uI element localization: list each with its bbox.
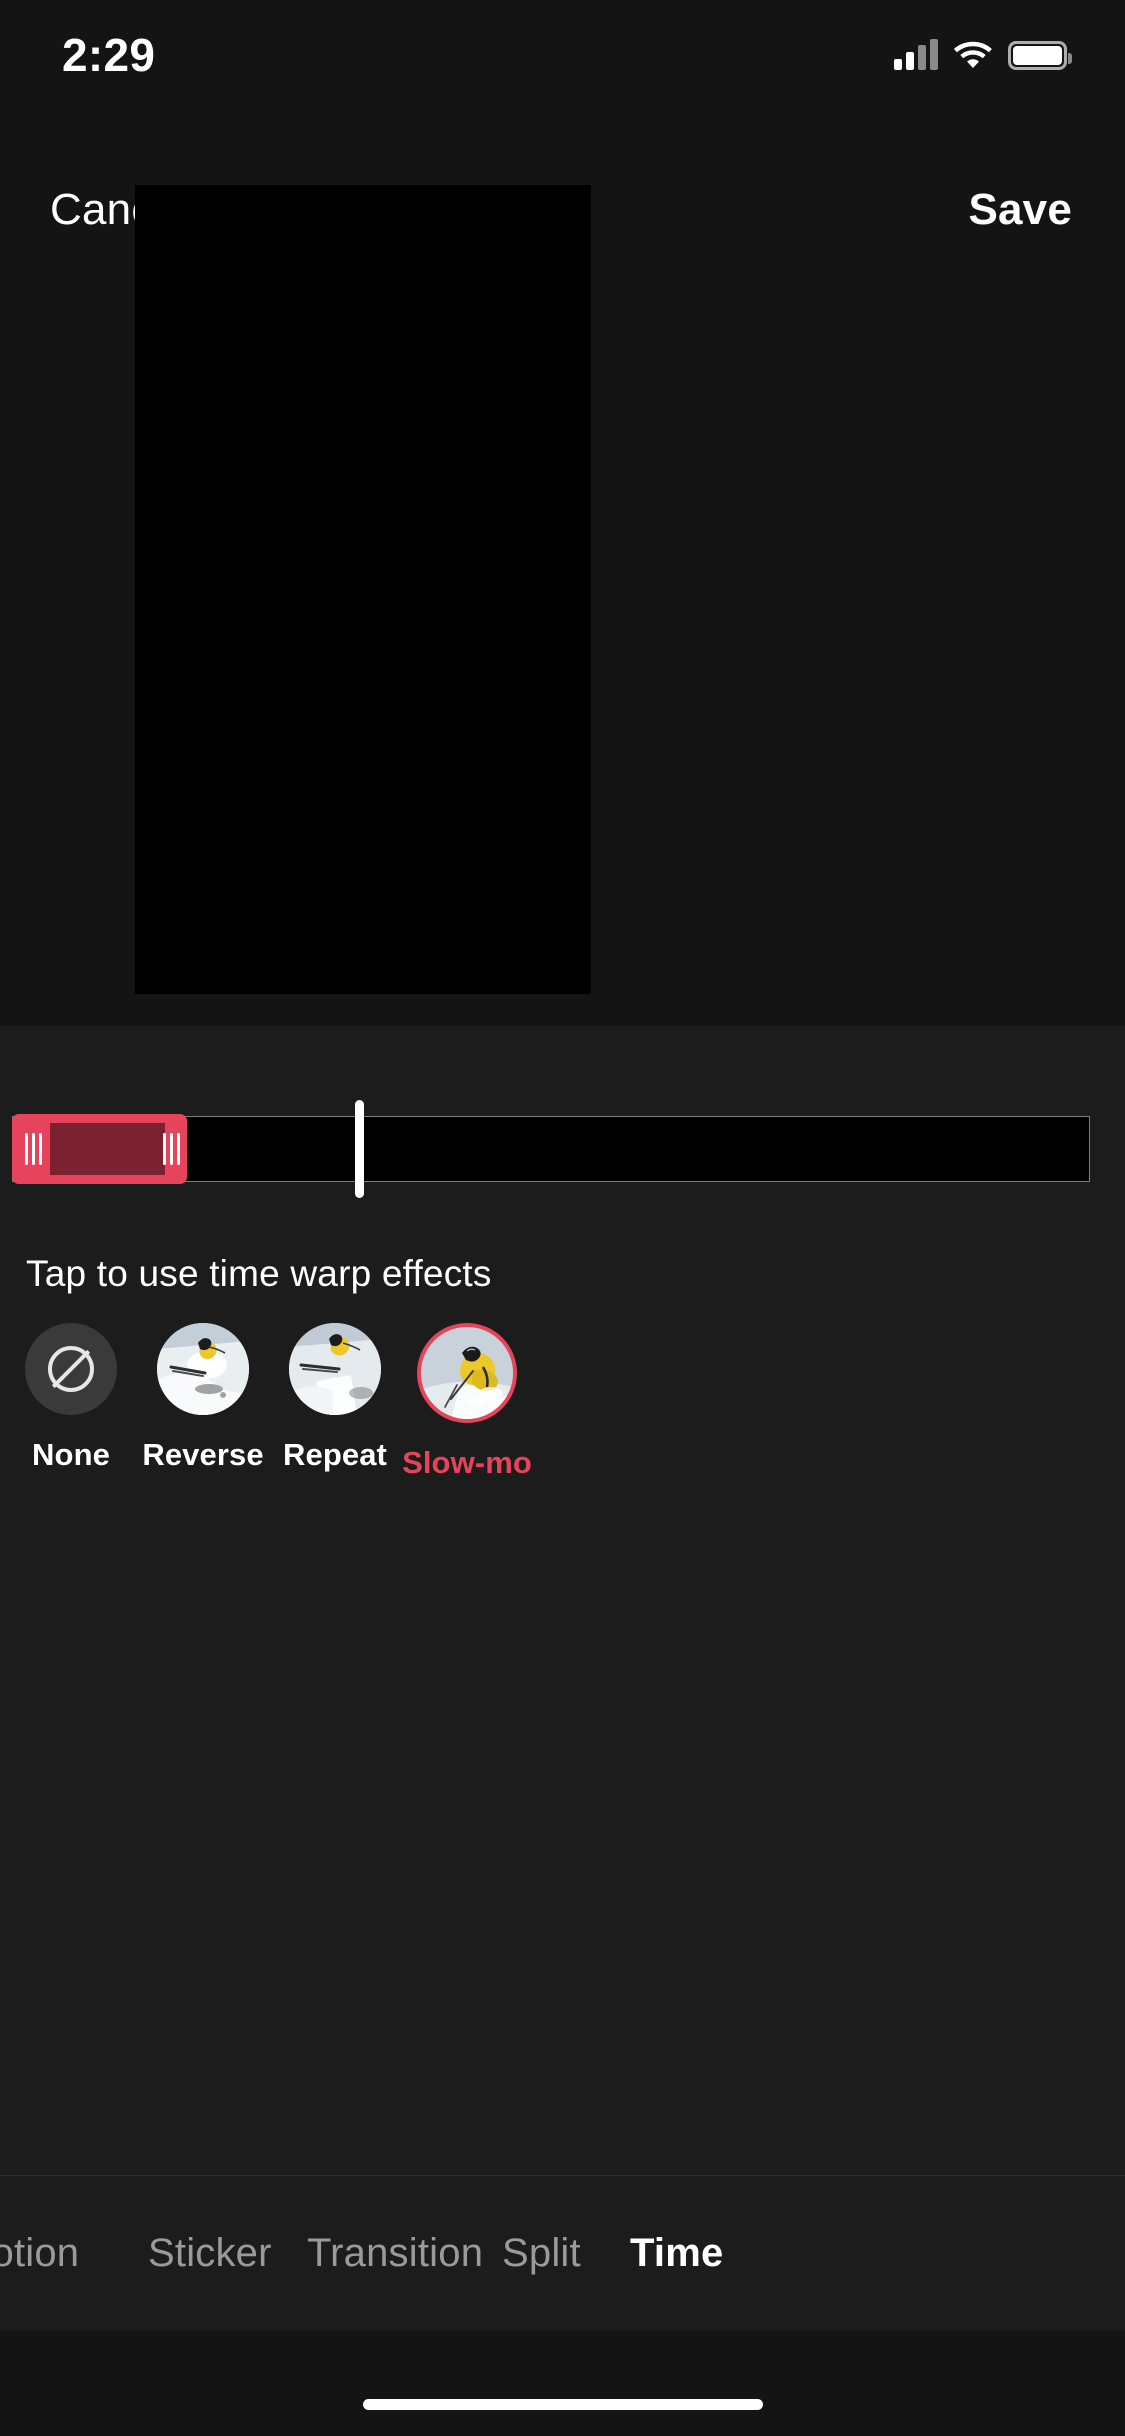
effect-option-slow-mo[interactable]: Slow-mo	[402, 1323, 532, 1481]
slow-mo-thumbnail-image	[421, 1327, 513, 1419]
wifi-icon	[954, 41, 992, 68]
tab-split[interactable]: Split	[496, 2230, 587, 2277]
editor-tabs: Motion Sticker Transition Split Time	[0, 2176, 1125, 2331]
repeat-thumbnail[interactable]	[289, 1323, 381, 1415]
preview-stage	[0, 185, 1125, 1025]
status-bar-indicators	[894, 39, 1072, 70]
no-effect-thumbnail[interactable]	[25, 1323, 117, 1415]
trim-handle-left-icon[interactable]	[25, 1133, 42, 1165]
slow-mo-thumbnail[interactable]	[421, 1327, 513, 1419]
battery-full-icon	[1008, 40, 1072, 70]
tab-motion[interactable]: Motion	[0, 2230, 85, 2277]
time-editor-panel: Tap to use time warp effects None Revers…	[0, 1026, 1125, 2175]
trim-selection[interactable]	[12, 1114, 187, 1184]
status-bar-time: 2:29	[62, 29, 156, 81]
no-effect-icon	[48, 1346, 94, 1392]
effect-option-repeat[interactable]: Repeat	[283, 1323, 387, 1481]
effect-label-slow-mo: Slow-mo	[402, 1445, 532, 1480]
video-editor-screen: 2:29 Cancel Save Tap to use time warp ef…	[0, 0, 1125, 2436]
trim-handle-right-icon[interactable]	[163, 1133, 180, 1165]
time-warp-hint: Tap to use time warp effects	[26, 1253, 492, 1294]
trim-selection-fill	[50, 1123, 165, 1175]
reverse-thumbnail-image	[157, 1323, 249, 1415]
home-indicator[interactable]	[362, 2399, 763, 2410]
tab-sticker[interactable]: Sticker	[142, 2230, 278, 2277]
tab-transition[interactable]: Transition	[301, 2230, 489, 2277]
editor-tabbar: Motion Sticker Transition Split Time	[0, 2175, 1125, 2331]
repeat-thumbnail-image	[289, 1323, 381, 1415]
playhead-icon[interactable]	[355, 1100, 364, 1198]
effect-label-none: None	[32, 1437, 110, 1472]
effect-label-repeat: Repeat	[283, 1437, 387, 1472]
effect-label-reverse: Reverse	[142, 1437, 264, 1472]
tab-time[interactable]: Time	[624, 2230, 729, 2277]
cellular-signal-icon	[894, 39, 938, 70]
effect-option-none[interactable]: None	[25, 1323, 117, 1481]
status-bar: 2:29	[0, 0, 1125, 96]
reverse-thumbnail[interactable]	[157, 1323, 249, 1415]
effect-option-reverse[interactable]: Reverse	[142, 1323, 264, 1481]
timeline[interactable]	[0, 1072, 1125, 1222]
video-preview[interactable]	[135, 185, 591, 994]
effects-row: None Reverse Repeat Slow-mo	[0, 1323, 1125, 1481]
